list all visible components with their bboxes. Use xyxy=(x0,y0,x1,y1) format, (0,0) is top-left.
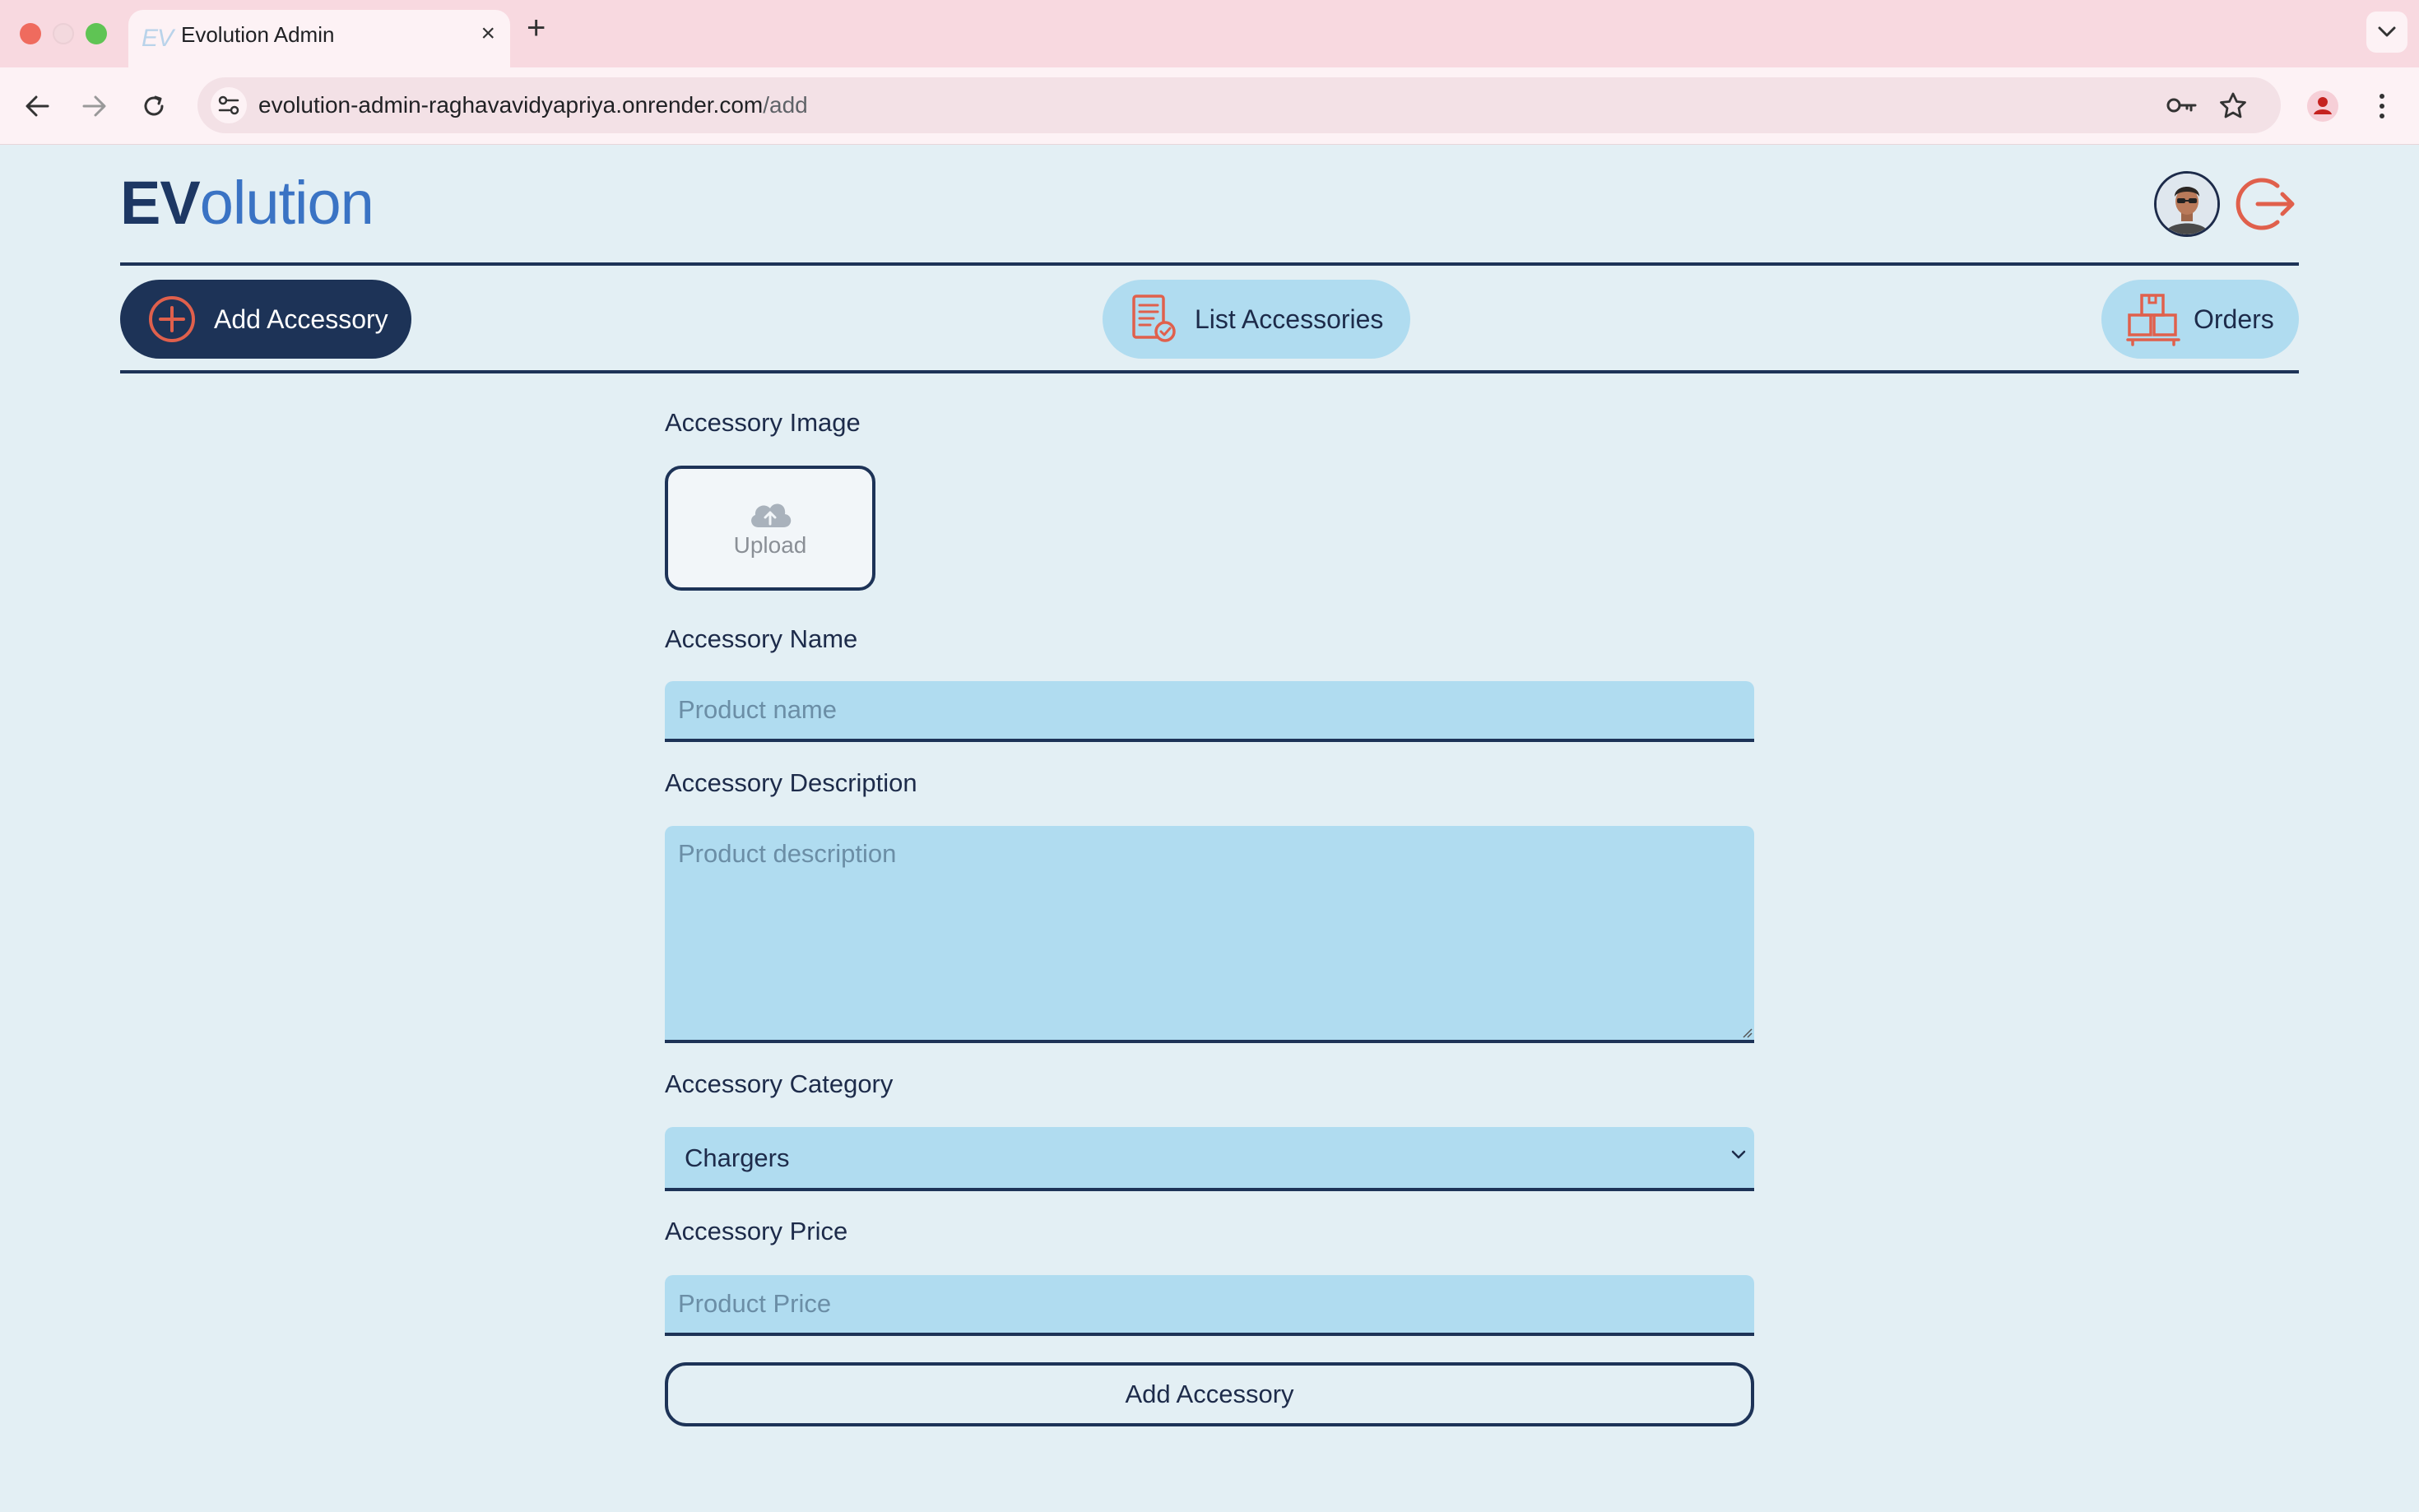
window-close-button[interactable] xyxy=(20,23,41,44)
tab-title: Evolution Admin xyxy=(181,22,335,47)
nav-orders-label: Orders xyxy=(2194,304,2274,334)
profile-icon xyxy=(2307,90,2338,122)
url-text[interactable]: evolution-admin-raghavavidyapriya.onrend… xyxy=(258,92,808,118)
logo-primary: EV xyxy=(120,169,201,237)
upload-text: Upload xyxy=(733,532,807,558)
plus-circle-icon xyxy=(148,295,196,343)
url-path: /add xyxy=(763,92,808,118)
arrow-right-icon xyxy=(82,95,106,117)
user-avatar[interactable] xyxy=(2154,171,2220,237)
boxes-icon xyxy=(2126,292,2180,346)
reload-button[interactable] xyxy=(133,86,174,127)
logo-secondary: olution xyxy=(199,169,374,237)
profile-button[interactable] xyxy=(2302,86,2343,127)
nav-list-accessories[interactable]: List Accessories xyxy=(1103,280,1410,359)
browser-tab-strip: EV Evolution Admin × + xyxy=(0,0,2419,67)
name-input[interactable] xyxy=(665,681,1754,742)
nav-list-accessories-label: List Accessories xyxy=(1195,304,1384,334)
price-label: Accessory Price xyxy=(665,1217,848,1245)
site-settings-icon[interactable] xyxy=(211,87,247,123)
browser-menu-button[interactable] xyxy=(2361,86,2403,127)
nav-orders[interactable]: Orders xyxy=(2101,280,2299,359)
description-textarea[interactable] xyxy=(665,826,1754,1043)
bookmark-star-icon[interactable] xyxy=(2217,89,2250,122)
header-divider xyxy=(120,262,2299,266)
checklist-icon xyxy=(1131,294,1178,345)
address-bar[interactable]: evolution-admin-raghavavidyapriya.onrend… xyxy=(197,77,2281,133)
browser-tab[interactable]: EV Evolution Admin × xyxy=(128,10,510,67)
nav-add-accessory[interactable]: Add Accessory xyxy=(120,280,411,359)
browser-toolbar: evolution-admin-raghavavidyapriya.onrend… xyxy=(0,67,2419,145)
chevron-down-icon xyxy=(1731,1150,1746,1159)
back-button[interactable] xyxy=(16,86,58,127)
cloud-upload-icon xyxy=(751,503,792,527)
add-accessory-submit-button[interactable]: Add Accessory xyxy=(665,1362,1754,1426)
tab-search-button[interactable] xyxy=(2366,12,2407,53)
window-minimize-button[interactable] xyxy=(53,23,74,44)
category-label: Accessory Category xyxy=(665,1069,894,1098)
chevron-down-icon xyxy=(2378,26,2396,37)
avatar-icon xyxy=(2157,174,2217,234)
submit-label: Add Accessory xyxy=(1125,1380,1294,1408)
kebab-menu-icon xyxy=(2380,94,2384,118)
price-input[interactable] xyxy=(665,1275,1754,1336)
url-host: evolution-admin-raghavavidyapriya.onrend… xyxy=(258,92,764,118)
app-logo[interactable]: EVolution xyxy=(120,173,374,234)
arrow-left-icon xyxy=(26,95,49,117)
reload-icon xyxy=(144,95,164,116)
description-label: Accessory Description xyxy=(665,768,917,797)
new-tab-icon[interactable]: + xyxy=(527,12,546,44)
category-value: Chargers xyxy=(685,1143,790,1172)
nav-divider xyxy=(120,370,2299,373)
tab-close-icon[interactable]: × xyxy=(481,21,495,46)
logout-button[interactable] xyxy=(2235,173,2297,235)
resize-grip-icon[interactable] xyxy=(1739,1025,1753,1038)
tab-favicon-icon: EV xyxy=(142,25,174,52)
window-zoom-button[interactable] xyxy=(86,23,107,44)
name-label: Accessory Name xyxy=(665,624,858,653)
logout-icon xyxy=(2236,178,2295,230)
image-label: Accessory Image xyxy=(665,408,861,437)
forward-button[interactable] xyxy=(74,86,115,127)
nav-add-accessory-label: Add Accessory xyxy=(214,304,388,334)
password-key-icon[interactable] xyxy=(2166,89,2198,122)
image-upload-area[interactable]: Upload xyxy=(665,466,875,591)
category-select[interactable]: Chargers xyxy=(665,1127,1754,1191)
